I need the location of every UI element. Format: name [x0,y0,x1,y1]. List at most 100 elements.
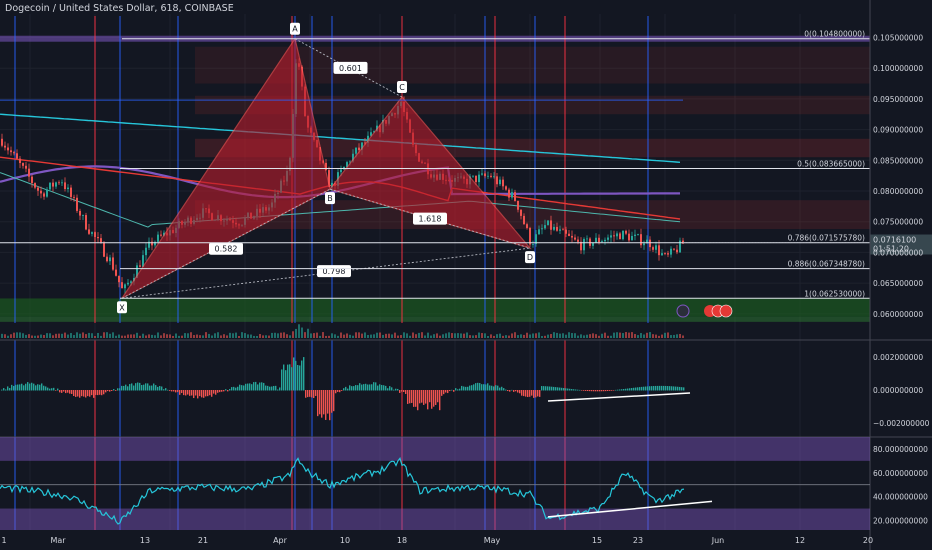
histogram-bar [413,390,415,407]
histogram-bar [471,385,473,391]
volume-bar [391,334,393,338]
volume-bar [1,333,3,338]
histogram-bar [143,384,145,391]
volume-bar [454,333,456,338]
time-axis-tick: May [484,536,501,545]
histogram-bar [567,388,569,391]
histogram-bar [121,385,123,391]
histogram-bar [601,390,603,392]
histogram-bar [651,386,653,391]
histogram-bar [347,388,349,391]
volume-bar [460,333,462,338]
histogram-bar [581,390,583,391]
histogram-bar [411,390,413,403]
candle-body [547,220,549,226]
candle-body [79,210,81,216]
volume-bar [151,334,153,338]
candle-body [340,169,342,173]
volume-bar [283,332,285,338]
histogram-bar [483,384,485,391]
volume-bar [25,334,27,338]
histogram-bar [639,387,641,391]
histogram-bar [443,390,445,395]
histogram-bar [513,390,515,392]
histogram-bar [255,381,257,391]
candle-body [559,229,561,231]
histogram-bar [657,385,659,391]
volume-bar [91,333,93,338]
histogram-bar [641,386,643,391]
candle-body [499,179,501,185]
price-axis-tick: 0.090000000 [873,126,923,135]
histogram-bar [207,390,209,397]
volume-bar [262,335,264,338]
rsi-overbought-band [0,437,870,461]
candle-body [661,253,663,256]
histogram-bar [381,384,383,391]
histogram-bar [245,383,247,391]
volume-bar [412,332,414,338]
volume-bar [463,333,465,338]
candle-body [484,173,486,177]
histogram-bar [87,390,89,397]
candle-body [34,183,36,188]
histogram-bar [271,386,273,391]
histogram-bar [279,387,281,391]
volume-bar [421,332,423,338]
volume-bar [499,333,501,338]
histogram-bar [453,390,455,392]
histogram-bar [481,384,483,391]
histogram-bar [239,384,241,391]
candle-body [514,192,516,201]
histogram-bar [363,384,365,391]
volume-bar [205,332,207,338]
volume-bar [634,334,636,338]
candle-body [517,200,519,210]
histogram-bar [101,390,103,396]
candle-body [157,234,159,242]
histogram-bar [31,382,33,391]
volume-bar [439,335,441,338]
histogram-bar [441,390,443,396]
histogram-bar [485,384,487,391]
volume-bar [493,335,495,338]
volume-bar [163,333,165,338]
histogram-bar [57,388,59,391]
histogram-bar [637,387,639,391]
candle-body [637,234,639,235]
volume-bar [553,332,555,338]
volume-bar [64,332,66,338]
histogram-bar [367,384,369,391]
volume-bar [577,335,579,338]
candle-body [85,215,87,230]
histogram-bar [137,382,139,391]
candle-body [124,284,126,289]
candle-body [631,235,633,241]
histogram-bar [307,390,309,398]
histogram-bar [233,386,235,391]
histogram-bar [63,390,65,392]
volume-bar [55,333,57,338]
histogram-bar [301,360,303,391]
volume-bar [604,332,606,338]
candle-body [664,253,666,254]
volume-bar [424,335,426,338]
histogram-bar [423,390,425,405]
volume-bar [130,334,132,338]
histogram-bar [445,390,447,393]
candle-body [634,234,636,236]
histogram-bar [387,388,389,391]
histogram-bar [669,386,671,391]
volume-bar [325,335,327,338]
histogram-bar [427,390,429,410]
histogram-bar [551,386,553,391]
time-axis-tick: 15 [592,536,602,545]
histogram-bar [289,364,291,391]
volume-bar [313,333,315,338]
histogram-bar [75,390,77,397]
histogram-bar [421,390,423,403]
volume-bar [385,333,387,338]
candle-body [640,234,642,246]
histogram-bar [679,386,681,391]
time-axis-tick: 18 [397,536,407,545]
